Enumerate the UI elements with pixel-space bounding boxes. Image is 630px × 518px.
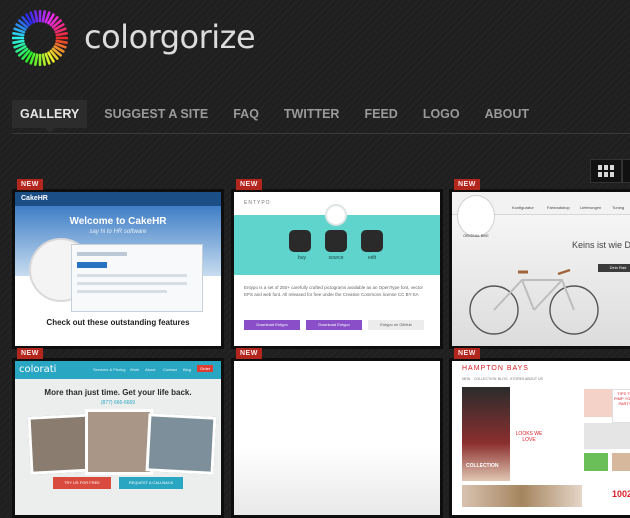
colorati-nav-item: Work [130, 367, 140, 372]
gallery-item-bike[interactable]: NEW Konfigurator Fahrradshop Lieferungen… [449, 179, 630, 349]
nav-item-feed[interactable]: FEED [356, 100, 405, 128]
bicycle-image [469, 268, 599, 335]
entypo-label: source [328, 255, 344, 261]
cakehr-brand: CakeHR [21, 195, 48, 202]
hampton-brand: HAMPTON BAYS [462, 365, 529, 372]
gallery-item-colorati[interactable]: NEW colorati Services & Pricing Work Abo… [12, 348, 224, 518]
new-badge: NEW [236, 348, 262, 359]
hampton-menu-item: ABOUT US [525, 377, 543, 381]
colorati-headline: More than just time. Get your life back. [44, 388, 192, 397]
nav-item-faq[interactable]: FAQ [225, 100, 267, 128]
cakehr-caption: Check out these outstanding features [46, 318, 190, 327]
site-screenshot: Konfigurator Fahrradshop Lieferungen Tun… [452, 192, 630, 346]
grid-view-icon [598, 165, 614, 177]
hampton-looks: LOOKS WE LOVE [515, 431, 543, 443]
hampton-collection: COLLECTION [466, 463, 499, 469]
nav-item-logo[interactable]: LOGO [415, 100, 468, 128]
new-badge: NEW [454, 179, 480, 190]
colorati-nav-item: About [145, 367, 156, 372]
site-logo[interactable]: colorgorize [12, 8, 256, 68]
entypo-button: Download Entypo [244, 320, 300, 330]
gallery-item-blank[interactable]: NEW [231, 348, 443, 518]
hampton-menu-item: NEW [462, 377, 471, 381]
entypo-nav: ENTYPO [244, 200, 271, 206]
colorati-nav-item: Contact [163, 367, 177, 372]
new-badge: NEW [17, 179, 43, 190]
entypo-label: edit [367, 255, 377, 261]
gallery-item-hampton-bays[interactable]: NEW HAMPTON BAYS NEW COLLECTION BLOG STO… [449, 348, 630, 518]
nav-item-suggest-a-site[interactable]: SUGGEST A SITE [96, 100, 216, 128]
nav-item-twitter[interactable]: TWITTER [276, 100, 348, 128]
new-badge: NEW [236, 179, 262, 190]
entypo-label: buy [297, 255, 307, 261]
color-wheel-logo-icon [12, 10, 68, 66]
cakehr-heading: Welcome to CakeHR [69, 216, 167, 227]
entypo-body: Entypo is a set of 250+ carefully crafte… [244, 285, 423, 297]
hampton-menu-item: BLOG [498, 377, 508, 381]
cakehr-tagline: say hi to HR software [89, 229, 147, 235]
nav-divider [12, 133, 630, 134]
new-badge: NEW [17, 348, 43, 359]
nav-item-gallery[interactable]: GALLERY [12, 100, 88, 133]
list-view-button[interactable] [622, 159, 630, 183]
hampton-number: 1002 [612, 489, 630, 499]
colorati-cta: TRY US FOR FREE [53, 477, 111, 489]
entypo-button: Download Entypo [306, 320, 362, 330]
entypo-button: Entypo on GitHub [368, 320, 424, 330]
hampton-menu-item: COLLECTION [474, 377, 497, 381]
site-title: colorgorize [84, 18, 256, 56]
gallery-item-entypo[interactable]: NEW ENTYPO buy source edit Entypo is a s… [231, 179, 443, 349]
colorati-brand: colorati [19, 364, 57, 375]
colorati-nav-item: Services & Pricing [93, 367, 126, 372]
colorati-cta: REQUEST A CALLBACK [119, 477, 183, 489]
nav-item-about[interactable]: ABOUT [477, 100, 537, 128]
gallery-item-cakehr[interactable]: NEW CakeHR Welcome to CakeHR say hi to H… [12, 179, 224, 349]
grid-view-button[interactable] [590, 159, 622, 183]
hampton-menu-item: STORES [510, 377, 525, 381]
site-screenshot [234, 361, 440, 515]
main-nav: GALLERY SUGGEST A SITE FAQ TWITTER FEED … [12, 100, 546, 133]
new-badge: NEW [454, 348, 480, 359]
colorati-phone: (877) 666-6669 [100, 400, 136, 406]
colorati-nav-item: Blog [183, 367, 192, 372]
site-screenshot: CakeHR Welcome to CakeHR say hi to HR so… [15, 192, 221, 346]
site-screenshot: HAMPTON BAYS NEW COLLECTION BLOG STORES … [452, 361, 630, 515]
hampton-promo: TIPS TO PIMP YOUR PARTY [612, 389, 630, 423]
site-screenshot: colorati Services & Pricing Work About C… [15, 361, 221, 515]
colorati-order-button: Order [197, 365, 214, 372]
site-screenshot: ENTYPO buy source edit Entypo is a set o… [234, 192, 440, 346]
